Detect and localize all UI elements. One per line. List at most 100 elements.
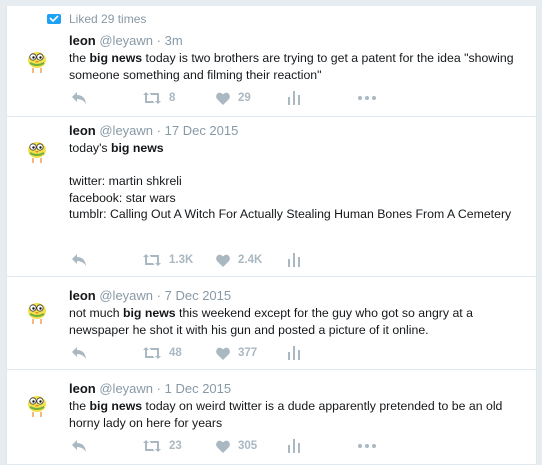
author-name[interactable]: leon	[69, 123, 96, 138]
tweet-actions: 1.3K 2.4K	[71, 252, 358, 268]
like-button[interactable]: 2.4K	[216, 254, 288, 267]
tweet-header: leon @leyawn · 7 Dec 2015	[69, 287, 526, 304]
avatar[interactable]	[25, 390, 49, 418]
tweet-text-part: the	[69, 399, 90, 413]
heart-icon	[216, 254, 230, 267]
author-handle[interactable]: @leyawn	[99, 381, 153, 396]
author-handle[interactable]: @leyawn	[99, 123, 153, 138]
analytics-button[interactable]	[288, 91, 358, 105]
more-icon	[358, 444, 376, 448]
tweet-text: the big news today is two brothers are t…	[69, 50, 526, 83]
tweet-timestamp[interactable]: 1 Dec 2015	[165, 381, 232, 396]
heart-icon	[216, 347, 230, 360]
more-button[interactable]	[358, 444, 376, 448]
hashtag-bold: big news	[123, 306, 176, 320]
tweet-text: not much big news this weekend except fo…	[69, 305, 526, 338]
retweet-count: 23	[169, 440, 182, 452]
tweet-content: leon @leyawn · 7 Dec 2015 not much big n…	[69, 287, 526, 338]
timeline: Liked 29 times leon @leyawn · 3m the big…	[6, 6, 537, 465]
context-text: Liked 29 times	[69, 12, 147, 26]
retweet-icon	[143, 440, 161, 452]
tweet-content: leon @leyawn · 1 Dec 2015 the big news t…	[69, 380, 526, 431]
hashtag-bold: big news	[111, 141, 164, 155]
tweet[interactable]: leon @leyawn · 7 Dec 2015 not much big n…	[7, 277, 536, 370]
heart-icon	[216, 92, 230, 105]
reply-button[interactable]	[71, 91, 143, 105]
heart-icon	[216, 440, 230, 453]
time-separator: ·	[156, 123, 161, 138]
reply-icon	[72, 347, 86, 359]
author-handle[interactable]: @leyawn	[99, 33, 153, 48]
hashtag-bold: big news	[89, 51, 143, 65]
reply-icon	[72, 440, 86, 452]
tweet-content: leon @leyawn · 17 Dec 2015 today's big n…	[69, 122, 526, 223]
bird-avatar-icon	[28, 52, 46, 73]
retweet-icon	[143, 347, 161, 359]
tweet-text-part: today's	[69, 141, 111, 155]
tweet-text-part: the	[69, 51, 90, 65]
tweet-actions: 8 29	[71, 90, 376, 106]
tweet-timestamp[interactable]: 17 Dec 2015	[165, 123, 239, 138]
avatar[interactable]	[25, 297, 49, 325]
liked-notification-icon	[47, 12, 61, 26]
like-button[interactable]: 377	[216, 347, 288, 360]
retweet-button[interactable]: 8	[143, 92, 216, 104]
tweet-text: the big news today on weird twitter is a…	[69, 398, 526, 431]
tweet-timestamp[interactable]: 7 Dec 2015	[165, 288, 232, 303]
reply-button[interactable]	[71, 439, 143, 453]
retweet-count: 48	[169, 347, 182, 359]
more-icon	[358, 96, 376, 100]
retweet-count: 1.3K	[169, 254, 194, 266]
author-name[interactable]: leon	[69, 33, 96, 48]
retweet-count: 8	[169, 92, 176, 104]
reply-icon	[72, 254, 86, 266]
tweet[interactable]: Liked 29 times leon @leyawn · 3m the big…	[7, 6, 536, 117]
like-count: 305	[238, 440, 258, 452]
like-count: 29	[238, 92, 251, 104]
tweet[interactable]: leon @leyawn · 17 Dec 2015 today's big n…	[7, 117, 536, 277]
analytics-icon	[288, 346, 300, 360]
analytics-button[interactable]	[288, 439, 358, 453]
more-button[interactable]	[358, 96, 376, 100]
reply-button[interactable]	[71, 346, 143, 360]
avatar[interactable]	[25, 46, 49, 74]
bird-avatar-icon	[28, 303, 46, 324]
retweet-button[interactable]: 1.3K	[143, 254, 216, 266]
tweet-timestamp[interactable]: 3m	[165, 33, 183, 48]
time-separator: ·	[156, 33, 161, 48]
analytics-button[interactable]	[288, 253, 358, 267]
hashtag-bold: big news	[89, 399, 143, 413]
like-count: 377	[238, 347, 258, 359]
author-handle[interactable]: @leyawn	[99, 288, 153, 303]
like-count: 2.4K	[238, 254, 263, 266]
tweet-actions: 48 377	[71, 345, 358, 361]
bird-avatar-icon	[28, 396, 46, 417]
like-button[interactable]: 29	[216, 92, 288, 105]
tweet-text-part: not much	[69, 306, 123, 320]
retweet-icon	[143, 92, 161, 104]
bird-avatar-icon	[28, 142, 46, 163]
time-separator: ·	[156, 288, 161, 303]
tweet-content: leon @leyawn · 3m the big news today is …	[69, 32, 526, 83]
tweet-text: today's big news twitter: martin shkreli…	[69, 140, 526, 223]
tweet-context: Liked 29 times	[47, 11, 146, 27]
tweet-header: leon @leyawn · 1 Dec 2015	[69, 380, 526, 397]
retweet-button[interactable]: 23	[143, 440, 216, 452]
retweet-icon	[143, 254, 161, 266]
like-button[interactable]: 305	[216, 440, 288, 453]
author-name[interactable]: leon	[69, 381, 96, 396]
tweet-text-part: twitter: martin shkreli facebook: star w…	[69, 174, 512, 221]
analytics-icon	[288, 439, 300, 453]
analytics-button[interactable]	[288, 346, 358, 360]
analytics-icon	[288, 91, 300, 105]
reply-button[interactable]	[71, 253, 143, 267]
author-name[interactable]: leon	[69, 288, 96, 303]
avatar[interactable]	[25, 136, 49, 164]
reply-icon	[72, 92, 86, 104]
retweet-button[interactable]: 48	[143, 347, 216, 359]
tweet-header: leon @leyawn · 3m	[69, 32, 526, 49]
time-separator: ·	[156, 381, 161, 396]
tweet-actions: 23 305	[71, 438, 376, 454]
tweet[interactable]: leon @leyawn · 1 Dec 2015 the big news t…	[7, 370, 536, 465]
analytics-icon	[288, 253, 300, 267]
